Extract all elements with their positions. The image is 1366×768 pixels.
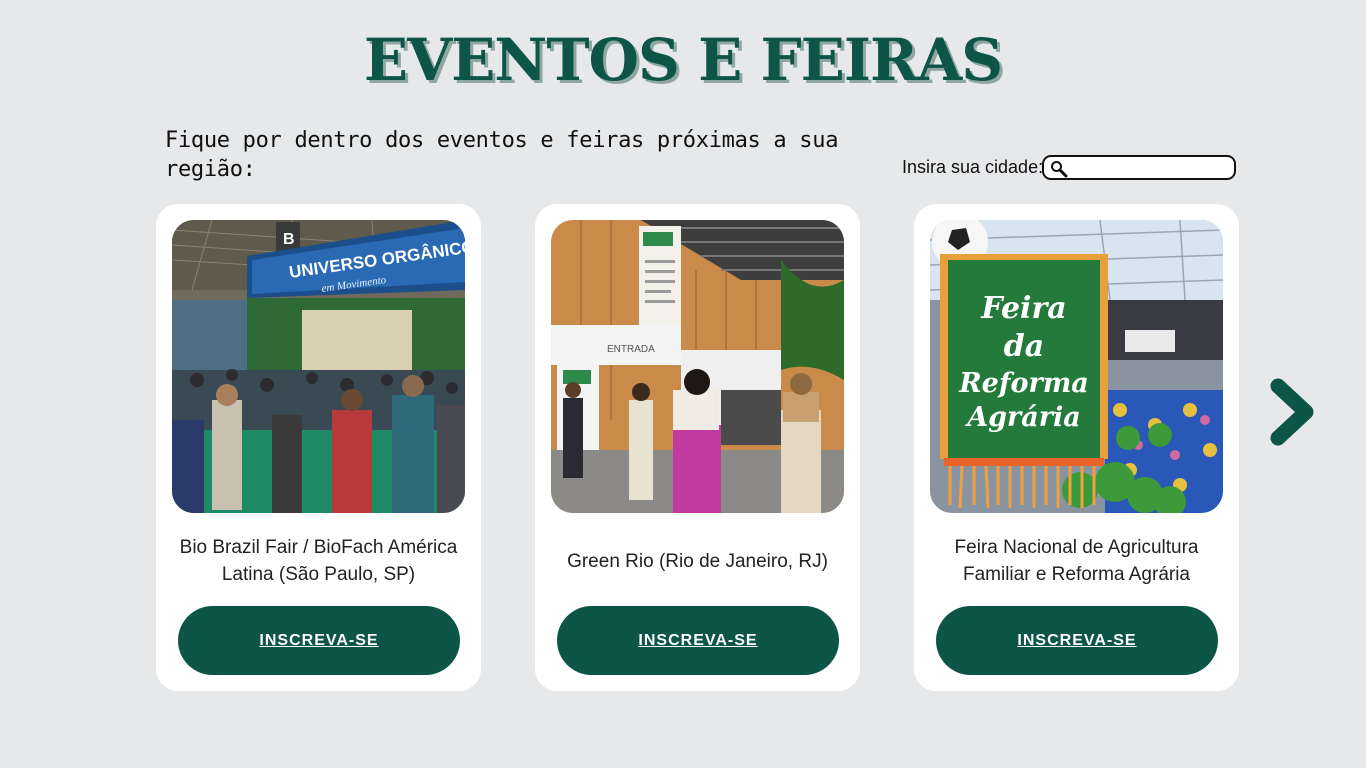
- svg-text:B: B: [283, 231, 295, 248]
- city-search-box[interactable]: [1042, 155, 1236, 180]
- banner-word-4: Agrária: [964, 402, 1081, 433]
- event-card-bio-brazil: B UNIVERSO ORGÂNICO em Movimento Bio Bra…: [156, 204, 481, 691]
- page-subtitle: Fique por dentro dos eventos e feiras pr…: [165, 128, 839, 182]
- search-icon: [1051, 161, 1068, 178]
- event-card-green-rio: ENTRADA Green Rio (Rio de Janeiro, RJ) I…: [535, 204, 860, 691]
- page-title: EVENTOS E FEIRAS: [363, 26, 1003, 94]
- event-name-feira-nacional: Feira Nacional de Agricultura Familiar e…: [954, 537, 1199, 585]
- signup-button-bio-brazil[interactable]: INSCREVA-SE: [178, 606, 460, 675]
- city-search-label: Insira sua cidade:: [902, 157, 1044, 177]
- banner-word-1: Feira: [980, 291, 1066, 326]
- event-photo-green-rio: ENTRADA: [551, 220, 844, 513]
- event-name-green-rio: Green Rio (Rio de Janeiro, RJ): [567, 550, 828, 572]
- banner-word-2: da: [1004, 329, 1044, 364]
- event-photo-bio-brazil: B UNIVERSO ORGÂNICO em Movimento: [172, 220, 465, 513]
- banner-word-3: Reforma: [958, 368, 1089, 399]
- chevron-right-icon[interactable]: [1264, 376, 1320, 448]
- event-name-bio-brazil: Bio Brazil Fair / BioFach América Latina…: [179, 537, 458, 585]
- photo-entrance-sign: ENTRADA: [607, 344, 655, 355]
- signup-button-green-rio[interactable]: INSCREVA-SE: [557, 606, 839, 675]
- event-photo-feira-nacional: Feira da Reforma Agrária: [930, 220, 1223, 513]
- signup-button-feira-nacional[interactable]: INSCREVA-SE: [936, 606, 1218, 675]
- city-search-input[interactable]: [1072, 157, 1234, 178]
- event-card-feira-nacional: Feira da Reforma Agrária Feira Nacional …: [914, 204, 1239, 691]
